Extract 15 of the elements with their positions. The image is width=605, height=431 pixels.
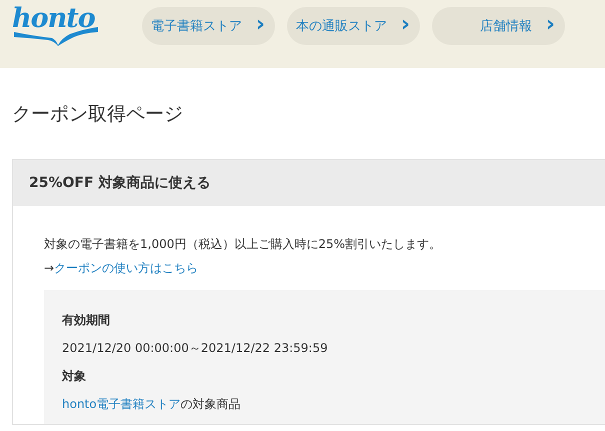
logo-text[interactable]: honto <box>12 6 102 32</box>
nav-button[interactable]: 電子書籍ストア › <box>142 7 275 45</box>
page-title: クーポン取得ページ <box>11 102 184 126</box>
nav-button[interactable]: 店舗情報 › <box>432 7 565 45</box>
honto-logo[interactable]: honto <box>12 6 102 46</box>
nav-button[interactable]: 本の通販ストア › <box>287 7 420 45</box>
detail-label: 有効期間 <box>62 312 111 329</box>
detail-value: honto電子書籍ストアの対象商品 <box>62 396 242 413</box>
store-link[interactable]: honto電子書籍ストア <box>62 397 181 411</box>
coupon-title: 25%OFF 対象商品に使える <box>13 160 605 206</box>
coupon-description: 対象の電子書籍を1,000円（税込）以上ご購入時に25%割引いたします。 <box>44 236 442 253</box>
detail-value: 2021/12/20 00:00:00～2021/12/22 23:59:59 <box>62 340 329 357</box>
detail-label: 対象 <box>62 368 87 385</box>
arrow-icon: → <box>44 261 54 275</box>
help-link[interactable]: クーポンの使い方はこちら <box>54 261 198 275</box>
